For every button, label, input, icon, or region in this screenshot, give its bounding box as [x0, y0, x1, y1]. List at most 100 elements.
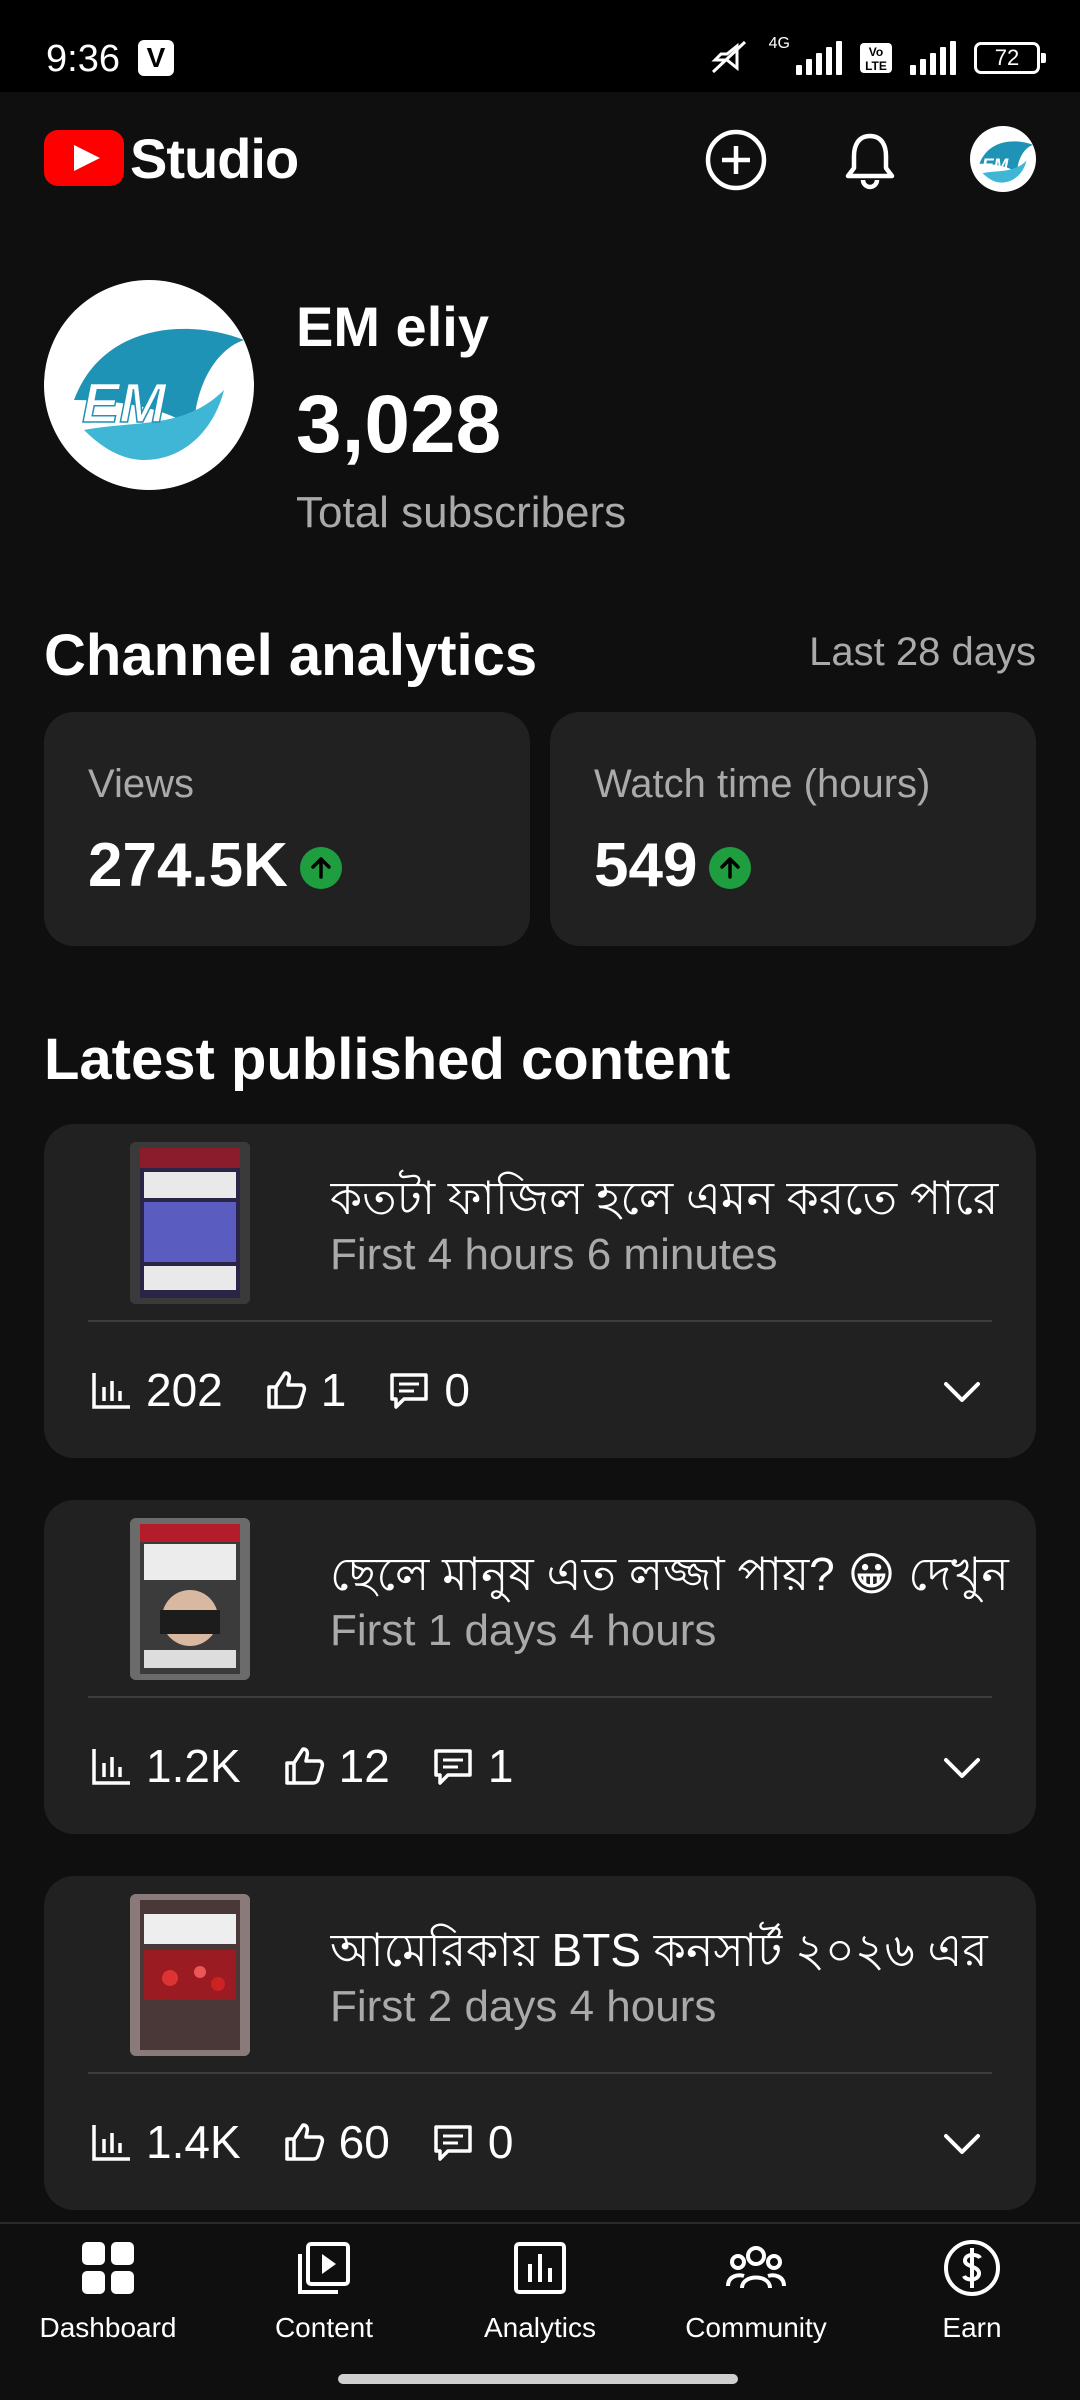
nav-community[interactable]: Community [648, 2224, 864, 2356]
notification-badge: V [138, 40, 174, 76]
views-stat: 202 [88, 1363, 223, 1417]
comment-icon [434, 1749, 472, 1785]
svg-text:EM: EM [82, 371, 167, 434]
content-card[interactable]: ছেলে মানুষ এত লজ্জা পায়? 😀 দেখুন First … [44, 1500, 1036, 1834]
channel-logo-icon: EM [979, 141, 1033, 183]
subscriber-label: Total subscribers [296, 488, 627, 537]
video-period: First 4 hours 6 minutes [330, 1230, 778, 1279]
comment-icon [434, 2125, 472, 2161]
bar-chart-icon [92, 1373, 130, 1409]
video-thumbnail[interactable] [130, 1518, 250, 1680]
views-count: 202 [146, 1364, 223, 1416]
chevron-down-icon[interactable] [938, 1744, 986, 1792]
video-thumbnail[interactable] [130, 1142, 250, 1304]
comments-count: 0 [444, 1364, 470, 1416]
video-title: কতটা ফাজিল হলে এমন করতে পারে [330, 1172, 999, 1224]
views-label: Views [88, 762, 194, 806]
content-card[interactable]: কতটা ফাজিল হলে এমন করতে পারে First 4 hou… [44, 1124, 1036, 1458]
views-stat: 1.2K [88, 1739, 241, 1793]
likes-stat: 60 [281, 2115, 390, 2169]
account-avatar[interactable]: EM [970, 126, 1036, 192]
analytics-period[interactable]: Last 28 days [809, 630, 1036, 675]
video-period: First 1 days 4 hours [330, 1606, 717, 1655]
video-title: ছেলে মানুষ এত লজ্জা পায়? 😀 দেখুন [330, 1548, 1009, 1600]
dashboard-icon [82, 2242, 134, 2294]
nav-label: Earn [942, 2312, 1002, 2343]
likes-count: 1 [320, 1364, 347, 1416]
views-stat: 1.4K [88, 2115, 241, 2169]
volte-icon: Vo LTE [860, 43, 892, 73]
likes-count: 60 [338, 2116, 390, 2168]
comments-stat: 0 [430, 2115, 514, 2169]
status-icons: 4G Vo LTE 72 [707, 35, 1046, 80]
comments-count: 1 [487, 1740, 514, 1792]
bottom-nav: Dashboard Content Analytics Community Ea… [0, 2222, 1080, 2354]
watch-time-card[interactable]: Watch time (hours) 549 [550, 712, 1036, 946]
video-stats: 1.4K 60 0 [88, 2110, 553, 2174]
views-count: 1.2K [146, 1740, 241, 1792]
chevron-down-icon[interactable] [938, 1368, 986, 1416]
comment-icon [390, 1373, 429, 1409]
nav-content[interactable]: Content [216, 2224, 432, 2356]
svg-text:EM: EM [982, 155, 1009, 175]
divider [88, 2072, 992, 2074]
comments-stat: 0 [386, 1363, 470, 1417]
youtube-logo-icon [44, 130, 124, 186]
views-card[interactable]: Views 274.5K [44, 712, 530, 946]
watch-time-value: 549 [594, 831, 698, 900]
content-card[interactable]: আমেরিকায় BTS কনসার্ট ২০২৬ এর First 2 da… [44, 1876, 1036, 2210]
brand-title: Studio [130, 127, 299, 190]
analytics-title: Channel analytics [44, 623, 538, 688]
likes-stat: 1 [263, 1363, 347, 1417]
divider [88, 1696, 992, 1698]
nav-label: Analytics [483, 2312, 597, 2343]
nav-earn[interactable]: Earn [864, 2224, 1080, 2356]
chevron-down-icon[interactable] [938, 2120, 986, 2168]
video-period: First 2 days 4 hours [330, 1982, 717, 2031]
video-thumbnail[interactable] [130, 1894, 250, 2056]
likes-count: 12 [338, 1740, 390, 1792]
content-icon [298, 2242, 350, 2294]
app-bar: Studio EM [0, 92, 1080, 228]
video-title: আমেরিকায় BTS কনসার্ট ২০২৬ এর [330, 1924, 988, 1976]
arrow-up-icon [709, 846, 752, 889]
bell-icon[interactable] [836, 126, 904, 194]
mute-icon [711, 40, 746, 74]
signal-icon-2 [910, 41, 956, 75]
video-stats: 202 1 0 [88, 1358, 510, 1422]
nav-label: Community [685, 2312, 827, 2343]
home-indicator[interactable] [338, 2374, 738, 2384]
dollar-icon [944, 2240, 1000, 2296]
bar-chart-icon [92, 1749, 130, 1785]
network-type: 4G [768, 35, 790, 52]
analytics-icon [514, 2242, 566, 2294]
video-stats: 1.2K 12 1 [88, 1734, 553, 1798]
views-count: 1.4K [146, 2116, 241, 2168]
channel-avatar[interactable]: EM [44, 280, 254, 490]
thumbs-up-icon [267, 1371, 306, 1409]
channel-name: EM eliy [296, 295, 489, 358]
nav-label: Dashboard [39, 2312, 177, 2343]
latest-content-title: Latest published content [44, 1027, 731, 1092]
views-value: 274.5K [88, 831, 288, 900]
nav-analytics[interactable]: Analytics [432, 2224, 648, 2356]
status-time: 9:36 [46, 38, 120, 80]
thumbs-up-icon [284, 1747, 324, 1785]
thumbs-up-icon [284, 2123, 324, 2161]
comments-count: 0 [487, 2116, 514, 2168]
likes-stat: 12 [281, 1739, 390, 1793]
channel-logo-icon: EM [74, 328, 244, 460]
subscriber-count: 3,028 [296, 379, 502, 470]
community-icon [726, 2246, 786, 2289]
nav-dashboard[interactable]: Dashboard [0, 2224, 216, 2356]
create-icon[interactable] [702, 126, 770, 194]
comments-stat: 1 [430, 1739, 514, 1793]
arrow-up-icon [299, 846, 342, 889]
status-bar: 9:36 V 4G Vo LTE 72 [0, 0, 1080, 92]
signal-icon [796, 41, 842, 75]
watch-time-label: Watch time (hours) [594, 762, 931, 806]
nav-label: Content [274, 2312, 374, 2343]
bar-chart-icon [92, 2125, 130, 2161]
battery-icon: 72 [974, 42, 1046, 74]
divider [88, 1320, 992, 1322]
